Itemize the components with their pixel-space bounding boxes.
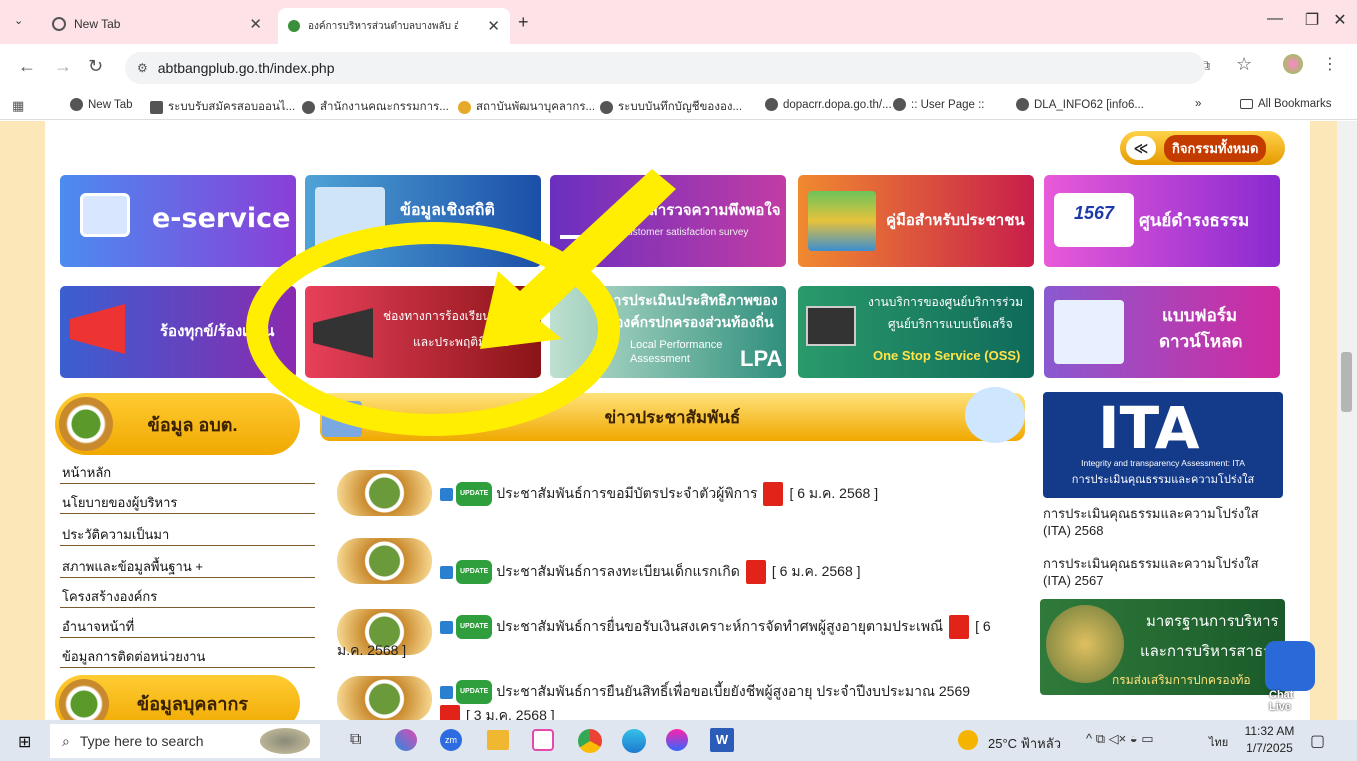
globe-icon	[70, 98, 83, 111]
windows-taskbar: ⊞ ⌕ Type here to search ⧉ zm W 25°C ฟ้าห…	[0, 720, 1357, 761]
bookmark-item[interactable]: สถาบันพัฒนาบุคลากร...	[458, 98, 595, 116]
back-arrow-icon[interactable]: ←	[18, 56, 36, 77]
highlight-arrow	[480, 169, 676, 349]
copilot-icon[interactable]	[395, 729, 417, 751]
search-placeholder: Type here to search	[79, 733, 204, 749]
weather-sun-icon	[958, 730, 978, 750]
clock-time[interactable]: 11:32 AM	[1242, 724, 1297, 738]
taskbar-search-box[interactable]: ⌕ Type here to search	[50, 724, 320, 758]
close-tab-icon[interactable]: ✕	[249, 15, 262, 33]
bookmarks-overflow-button[interactable]: »	[1195, 98, 1201, 110]
system-tray-icons[interactable]: ^ ⧉ ◁× ◒ ▭	[1086, 731, 1154, 747]
close-window-icon[interactable]: ✕	[1320, 10, 1357, 30]
file-explorer-icon[interactable]	[487, 730, 509, 750]
chrome-icon[interactable]	[578, 729, 602, 753]
reload-icon[interactable]: ↻	[88, 56, 103, 77]
bookmarks-bar: ▦ New Tab ระบบรับสมัครสอบออนไ... สำนักงา…	[0, 92, 1357, 120]
weather-text[interactable]: 25°C ฟ้าหลัว	[988, 733, 1061, 754]
address-bar[interactable]: ⚙ abtbangplub.go.th/index.php	[125, 52, 1205, 84]
all-bookmarks-button[interactable]: All Bookmarks	[1240, 98, 1332, 110]
bookmark-item[interactable]: ระบบบันทึกบัญชีขององ...	[600, 98, 742, 116]
folder-icon	[1240, 99, 1253, 109]
forward-arrow-icon[interactable]: →	[54, 56, 72, 77]
bookmark-item[interactable]: New Tab	[70, 98, 133, 111]
url-text: abtbangplub.go.th/index.php	[157, 60, 335, 76]
bookmark-item[interactable]: dopacrr.dopa.go.th/...	[765, 98, 892, 111]
app-icon[interactable]	[666, 729, 688, 751]
bookmark-item[interactable]: ระบบรับสมัครสอบออนไ...	[150, 98, 295, 116]
bookmark-item[interactable]: :: User Page ::	[893, 98, 985, 111]
scrollbar-thumb[interactable]	[1341, 352, 1352, 412]
yellow-highlight-annotation	[246, 169, 676, 436]
close-tab-icon[interactable]: ✕	[487, 17, 500, 35]
apps-grid-icon[interactable]: ▦	[12, 98, 24, 114]
bookmark-star-icon[interactable]: ☆	[1236, 54, 1252, 75]
zoom-icon[interactable]: zm	[440, 729, 462, 751]
tab-label: องค์การบริหารส่วนตำบลบางพลับ อำเ	[308, 20, 458, 32]
word-icon[interactable]: W	[710, 728, 734, 752]
globe-icon	[893, 98, 906, 111]
search-icon: ⌕	[62, 732, 70, 749]
globe-icon	[1016, 98, 1029, 111]
tab-strip: ⌄ New Tab ✕ องค์การบริหารส่วนตำบลบางพลับ…	[0, 0, 1357, 44]
globe-icon	[52, 17, 66, 31]
notification-icon[interactable]: ▢	[1310, 731, 1325, 751]
search-highlight-stones-icon	[260, 728, 310, 754]
site-favicon-icon	[288, 20, 300, 32]
flame-icon	[458, 100, 471, 114]
kebab-menu-icon[interactable]: ⋮	[1322, 54, 1338, 74]
bookmark-item[interactable]: DLA_INFO62 [info6...	[1016, 98, 1144, 111]
language-indicator[interactable]: ไทย	[1209, 733, 1228, 751]
page-scrollbar[interactable]	[1337, 121, 1357, 720]
tab-search-icon[interactable]: ⌄	[14, 14, 23, 27]
tab-abt-bangplub[interactable]: องค์การบริหารส่วนตำบลบางพลับ อำเ ✕	[278, 8, 510, 44]
tab-new-tab[interactable]: New Tab ✕	[42, 8, 272, 40]
edge-icon[interactable]	[622, 729, 646, 753]
web-page: ≪ กิจกรรมทั้งหมด e-service ข้อมูลเชิงสถิ…	[0, 121, 1357, 720]
globe-icon	[600, 100, 613, 114]
profile-avatar[interactable]	[1283, 54, 1303, 74]
itunes-icon[interactable]	[532, 729, 554, 751]
globe-icon	[765, 98, 778, 111]
site-info-icon[interactable]: ⚙	[137, 61, 148, 75]
minimize-icon[interactable]: —	[1255, 10, 1295, 28]
clock-date[interactable]: 1/7/2025	[1242, 741, 1297, 755]
windows-start-icon[interactable]: ⊞	[18, 732, 31, 752]
shield-icon	[150, 100, 163, 114]
new-tab-plus-icon[interactable]: +	[518, 12, 529, 33]
tab-label: New Tab	[74, 17, 121, 31]
task-view-icon[interactable]: ⧉	[350, 731, 361, 749]
globe-icon	[302, 100, 315, 114]
bookmark-item[interactable]: สำนักงานคณะกรรมการ...	[302, 98, 449, 116]
